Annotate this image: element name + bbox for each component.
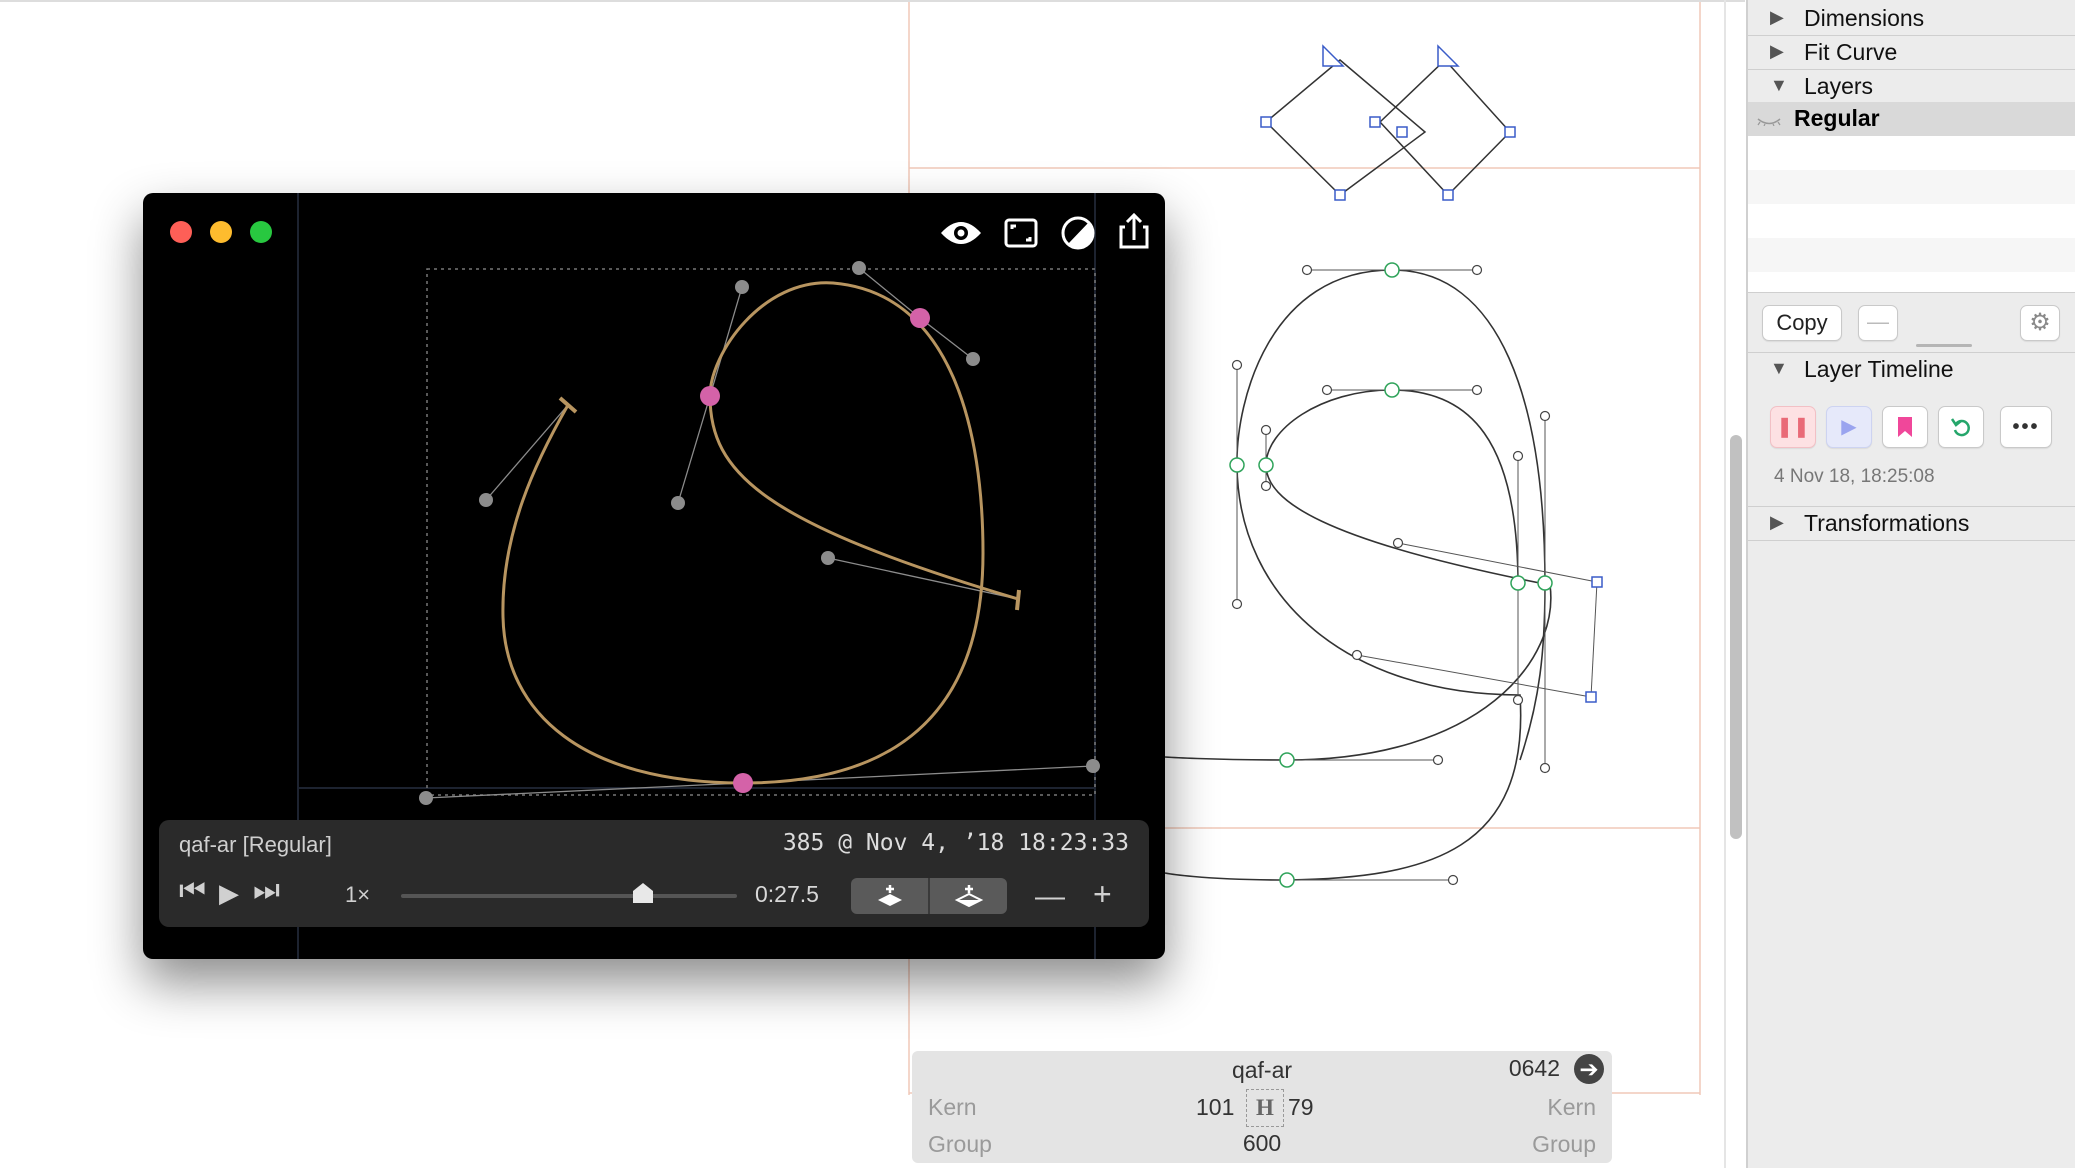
revert-icon bbox=[1950, 418, 1970, 437]
disclosure-right-icon[interactable]: ▶ bbox=[1770, 7, 1784, 28]
playback-scrubber-track[interactable] bbox=[401, 894, 737, 898]
glyph-name-label[interactable]: qaf-ar bbox=[912, 1057, 1612, 1084]
section-transformations-label: Transformations bbox=[1804, 510, 1970, 536]
play-icon[interactable]: ▶ bbox=[219, 878, 239, 909]
glyph-info-bar: qaf-ar 0642 ➔ Kern Kern Group Group 101 … bbox=[912, 1051, 1612, 1163]
section-dimensions-label: Dimensions bbox=[1804, 5, 1925, 31]
remove-layer-button[interactable]: — bbox=[1858, 305, 1898, 341]
layer-capture-segmented-control bbox=[851, 878, 1007, 914]
contrast-icon bbox=[1061, 216, 1095, 250]
disclosure-right-icon[interactable]: ▶ bbox=[1770, 41, 1784, 62]
section-layers[interactable]: ▼ Layers bbox=[1748, 70, 2075, 102]
timeline-bookmark-icon[interactable] bbox=[1882, 406, 1928, 448]
timeline-revert-icon[interactable] bbox=[1938, 406, 1984, 448]
canvas-scrollbar[interactable] bbox=[1730, 435, 1742, 839]
disclosure-down-icon[interactable]: ▼ bbox=[1770, 358, 1788, 379]
section-layer-timeline-label: Layer Timeline bbox=[1804, 356, 1954, 382]
kern-left-label[interactable]: Kern bbox=[928, 1094, 977, 1121]
layer-options-gear-icon[interactable]: ⚙ bbox=[2020, 305, 2060, 341]
add-layer-alt-button[interactable] bbox=[930, 878, 1007, 914]
go-to-glyph-arrow-icon[interactable]: ➔ bbox=[1574, 1054, 1604, 1084]
timeline-pause-icon[interactable]: ❚❚ bbox=[1770, 406, 1816, 448]
fullscreen-icon bbox=[1004, 218, 1038, 248]
version-player-window: qaf-ar [Regular] 385 @ Nov 4, ’18 18:23:… bbox=[143, 193, 1165, 959]
layer-name: Regular bbox=[1794, 105, 1880, 131]
skip-back-icon[interactable]: ⏮ bbox=[179, 874, 206, 908]
section-fit-curve-label: Fit Curve bbox=[1804, 39, 1898, 65]
diamond-component bbox=[1264, 58, 1512, 197]
zoom-out-icon[interactable]: — bbox=[1035, 880, 1065, 914]
glyph-curve bbox=[501, 281, 1019, 785]
add-layer-button[interactable] bbox=[851, 878, 928, 914]
section-transformations[interactable]: ▶ Transformations bbox=[1748, 507, 2075, 539]
layer-visibility-eye-icon[interactable] bbox=[1756, 112, 1782, 126]
share-icon bbox=[1119, 212, 1149, 249]
glyph-layer-label: qaf-ar [Regular] bbox=[179, 832, 332, 857]
resize-handle[interactable] bbox=[1916, 344, 1972, 347]
add-layer-alt-icon bbox=[954, 885, 983, 908]
unicode-value[interactable]: 0642 bbox=[1509, 1055, 1560, 1082]
copy-layer-button[interactable]: Copy bbox=[1762, 305, 1842, 341]
disclosure-down-icon[interactable]: ▼ bbox=[1770, 75, 1788, 96]
section-fit-curve[interactable]: ▶ Fit Curve bbox=[1748, 36, 2075, 68]
glyph-bounding-box bbox=[426, 268, 1096, 796]
disclosure-right-icon[interactable]: ▶ bbox=[1770, 512, 1784, 533]
timeline-date: 4 Nov 18, 18:25:08 bbox=[1774, 466, 1935, 487]
version-info: 385 @ Nov 4, ’18 18:23:33 bbox=[782, 830, 1129, 856]
zoom-in-icon[interactable]: + bbox=[1093, 876, 1112, 913]
skip-forward-icon[interactable]: ⏭ bbox=[253, 874, 280, 908]
layer-item-regular[interactable]: Regular bbox=[1748, 102, 2075, 136]
section-dimensions[interactable]: ▶ Dimensions bbox=[1748, 2, 2075, 34]
timeline-more-icon[interactable]: ••• bbox=[2000, 406, 2052, 448]
add-layer-icon bbox=[877, 885, 902, 906]
left-sidebearing-value[interactable]: 101 bbox=[1196, 1094, 1234, 1121]
playback-time: 0:27.5 bbox=[755, 881, 819, 907]
glyph-outline bbox=[1164, 269, 1552, 881]
timeline-play-icon[interactable]: ▶ bbox=[1826, 406, 1872, 448]
eye-icon bbox=[941, 222, 981, 244]
inspector-sidebar: ▶ Dimensions ▶ Fit Curve ▼ Layers Regula… bbox=[1746, 0, 2075, 1168]
section-layer-timeline[interactable]: ▼ Layer Timeline bbox=[1748, 353, 2075, 385]
sidebearing-h-icon: H bbox=[1246, 1089, 1284, 1127]
bookmark-icon bbox=[1898, 417, 1912, 437]
playback-scrubber-thumb[interactable] bbox=[632, 882, 654, 904]
advance-width-value[interactable]: 600 bbox=[912, 1130, 1612, 1157]
right-sidebearing-value[interactable]: 79 bbox=[1288, 1094, 1314, 1121]
playback-controls: qaf-ar [Regular] 385 @ Nov 4, ’18 18:23:… bbox=[159, 820, 1149, 927]
kern-right-label[interactable]: Kern bbox=[1547, 1094, 1596, 1121]
playback-speed[interactable]: 1× bbox=[345, 882, 370, 908]
section-layers-label: Layers bbox=[1804, 73, 1874, 99]
